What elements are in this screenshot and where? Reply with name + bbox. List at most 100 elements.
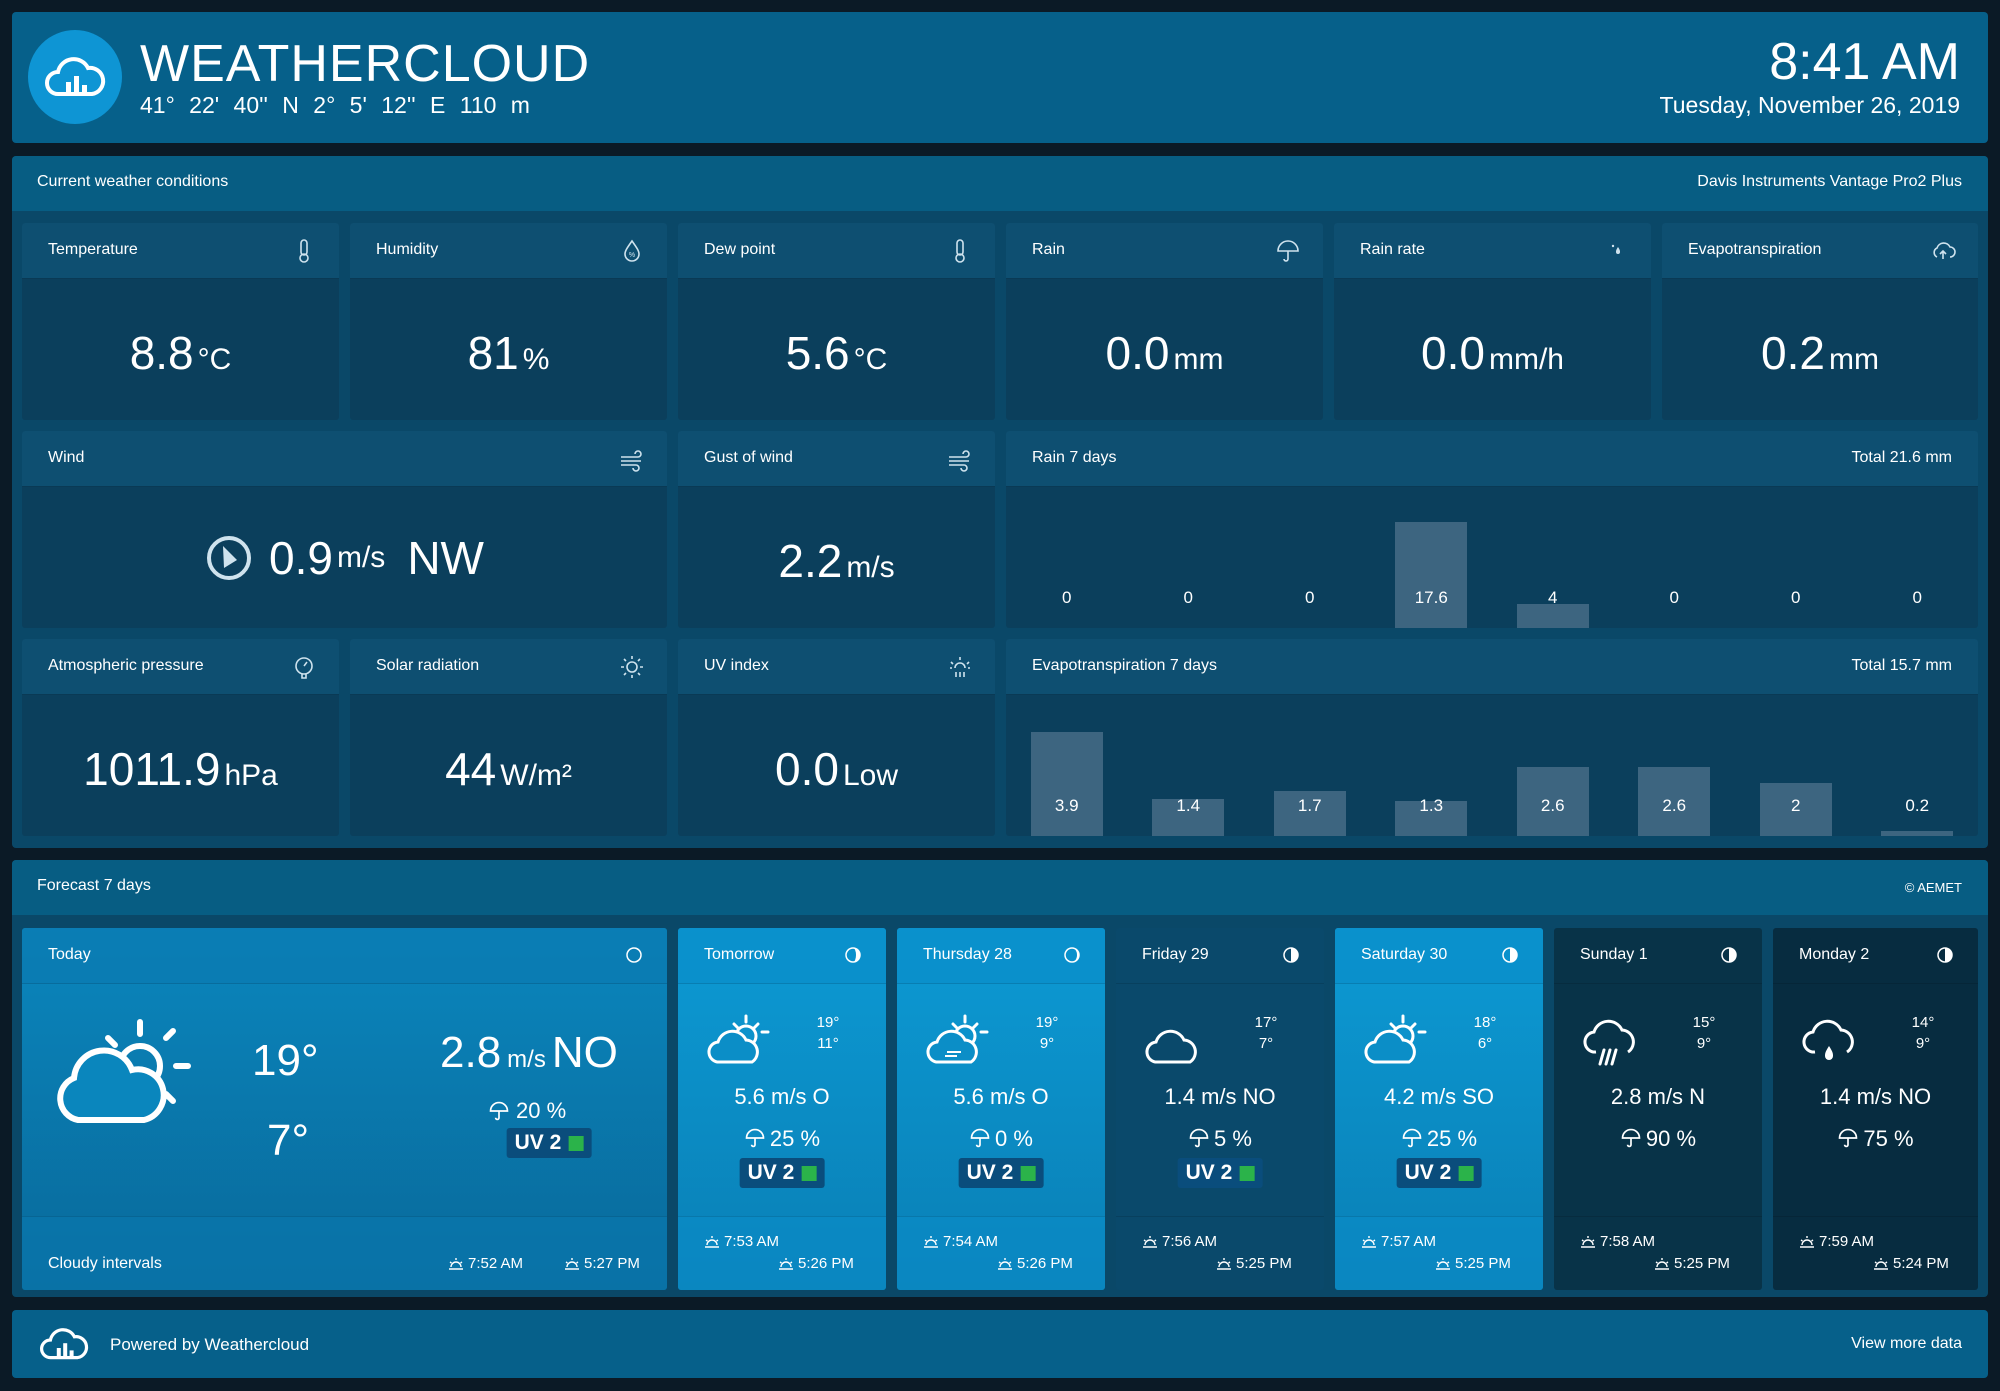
umbrella-icon — [1189, 1128, 1209, 1148]
forecast-min-temp: 9° — [1915, 1035, 1931, 1052]
forecast-wind: 2.8 m/s N — [1610, 1084, 1706, 1109]
rain-rate-card[interactable]: Rain rate 0.0 mm/h — [1334, 223, 1651, 420]
evapotranspiration-card[interactable]: Evapotranspiration 0.2 mm — [1662, 223, 1978, 420]
temperature-unit: °C — [197, 343, 232, 376]
umbrella-icon — [489, 1101, 509, 1121]
uv-level-indicator — [1020, 1165, 1036, 1181]
humidity-drop-icon: % — [624, 239, 640, 262]
card-label: Solar radiation — [376, 657, 480, 674]
wind-card[interactable]: Wind 0.9 m/s NW — [22, 431, 667, 628]
chart-bar — [1395, 522, 1468, 628]
gust-value: 2.2 — [778, 535, 843, 587]
moon-phase-icon — [1502, 947, 1518, 963]
forecast-source: © AEMET — [1904, 880, 1962, 895]
sunset-icon — [1436, 1257, 1450, 1270]
rain-7-days-chart[interactable]: Rain 7 days Total 21.6 mm 0 0 0 17.6 4 0 0 0 — [1006, 431, 1978, 628]
umbrella-icon — [1277, 240, 1299, 262]
chart-bar-label: 0 — [1305, 588, 1315, 607]
moon-phase-icon — [1937, 947, 1953, 963]
barometer-icon — [295, 657, 313, 679]
forecast-rain-chance: 0 % — [995, 1126, 1033, 1151]
rain-value: 0.0 — [1105, 327, 1170, 379]
umbrella-icon — [970, 1128, 990, 1148]
rain-7-days-total: Total 21.6 mm — [1851, 449, 1952, 466]
card-label: Temperature — [48, 241, 138, 258]
pressure-card[interactable]: Atmospheric pressure 1011.9 hPa — [22, 639, 339, 836]
humidity-card[interactable]: Humidity % 81% — [350, 223, 667, 420]
chart-bar-label: 4 — [1548, 588, 1558, 607]
evapotranspiration-7-days-chart[interactable]: Evapotranspiration 7 days Total 15.7 mm … — [1006, 639, 1978, 836]
thermometer-icon — [955, 239, 965, 263]
chart-bar — [1881, 830, 1954, 836]
card-label: Rain rate — [1360, 241, 1425, 258]
card-label: Rain 7 days — [1032, 449, 1117, 466]
pressure-value: 1011.9 — [83, 743, 221, 795]
evapotranspiration-unit: mm — [1828, 343, 1879, 376]
sunset-icon — [1874, 1257, 1888, 1270]
evapotranspiration-7-days-total: Total 15.7 mm — [1851, 657, 1952, 674]
rain-card[interactable]: Rain 0.0 mm — [1006, 223, 1323, 420]
chart-bar-label: 17.6 — [1414, 588, 1448, 607]
uv-level-indicator — [568, 1135, 584, 1151]
forecast-wind: 4.2 m/s SO — [1383, 1084, 1495, 1109]
wind-direction-compass-icon — [207, 536, 252, 580]
partly-cloudy-icon — [707, 1014, 770, 1064]
card-label: Rain — [1032, 241, 1065, 258]
forecast-max-temp: 19° — [1035, 1014, 1059, 1031]
forecast-day-card[interactable]: Saturday 30 18° 6° 4.2 m/s SO 25 % UV 2 7:57 A… — [1335, 928, 1543, 1290]
rain-drops-icon — [1611, 244, 1620, 254]
forecast-min-temp: 7° — [1258, 1035, 1274, 1052]
forecast-day-card[interactable]: Thursday 28 19° 9° 5.6 m/s O 0 % UV 2 7:54 AM 5… — [897, 928, 1105, 1290]
svg-text:%: % — [629, 252, 635, 259]
moon-phase-icon — [1064, 947, 1080, 963]
sunset-icon — [565, 1257, 579, 1270]
uv-level-indicator — [801, 1165, 817, 1181]
sunrise-icon — [1800, 1235, 1814, 1248]
forecast-day: Monday 2 — [1799, 946, 1870, 963]
forecast-day-card[interactable]: Monday 2 14° 9° 1.4 m/s NO 75 % 7:59 AM 5:24 P… — [1773, 928, 1978, 1290]
rain-icon — [1583, 1019, 1635, 1066]
pressure-unit: hPa — [224, 759, 278, 792]
rain-rate-value: 0.0 — [1421, 327, 1485, 379]
chart-bar-label: 2.6 — [1540, 796, 1565, 815]
forecast-day-card[interactable]: Tomorrow 19° 11° 5.6 m/s O 25 % UV 2 7:53 AM 5:… — [678, 928, 886, 1290]
view-more-data-link[interactable]: View more data — [1851, 1335, 1962, 1353]
forecast-day-card[interactable]: Friday 29 17° 7° 1.4 m/s NO 5 % UV 2 7:56 AM 5:… — [1116, 928, 1324, 1290]
sun-icon — [621, 656, 643, 678]
uv-badge: UV 2 — [1177, 1158, 1263, 1188]
chart-bar-label: 0 — [1062, 588, 1072, 607]
uv-sun-icon — [950, 657, 970, 677]
forecast-wind-direction: NO — [551, 1028, 618, 1077]
forecast-day: Today — [48, 946, 91, 963]
card-label: Gust of wind — [704, 449, 793, 466]
forecast-day-card[interactable]: Sunday 1 15° 9° 2.8 m/s N 90 % 7:58 AM 5:25 PM — [1554, 928, 1762, 1290]
powered-by-link[interactable]: Powered by Weathercloud — [110, 1335, 309, 1355]
sunrise-icon — [1581, 1235, 1595, 1248]
forecast-day: Saturday 30 — [1361, 946, 1448, 963]
forecast-rain-chance: 25 % — [769, 1126, 821, 1151]
header: WEATHERCLOUD 41° 22' 40'' N 2° 5' 12'' E… — [12, 12, 1988, 143]
forecast-today-card[interactable]: Today 19° 7° 2.8 m/s NO 20 % UV 2 Cloudy i… — [22, 928, 667, 1290]
forecast-max-temp: 15° — [1692, 1014, 1716, 1031]
drizzle-icon — [1802, 1019, 1854, 1060]
gust-card[interactable]: Gust of wind 2.2 m/s — [678, 431, 995, 628]
sunrise-time: 7:57 AM — [1381, 1233, 1437, 1250]
temperature-card[interactable]: Temperature 8.8 °C — [22, 223, 339, 420]
forecast-section: Forecast 7 days © AEMET Today 19° 7° 2.8… — [12, 860, 1988, 1297]
uv-index-card[interactable]: UV index 0.0 Low — [678, 639, 995, 836]
chart-bar-label: 2.6 — [1662, 796, 1687, 815]
sunrise-icon — [1143, 1235, 1157, 1248]
current-date: Tuesday, November 26, 2019 — [1659, 92, 1960, 118]
weathercloud-logo-icon[interactable] — [28, 30, 122, 124]
section-title: Current weather conditions — [37, 173, 229, 190]
sunrise-time: 7:53 AM — [724, 1233, 780, 1250]
forecast-wind-value: 2.8 — [440, 1028, 502, 1077]
moon-phase-icon — [845, 947, 861, 963]
solar-radiation-card[interactable]: Solar radiation 44 W/m² — [350, 639, 667, 836]
section-title: Forecast 7 days — [37, 877, 151, 894]
uv-badge: UV 2 — [958, 1158, 1044, 1188]
dew-point-card[interactable]: Dew point 5.6 °C — [678, 223, 995, 420]
chart-bar-label: 0 — [1791, 588, 1801, 607]
forecast-wind: 1.4 m/s NO — [1819, 1084, 1932, 1109]
weathercloud-footer-logo-icon[interactable] — [36, 1324, 92, 1364]
